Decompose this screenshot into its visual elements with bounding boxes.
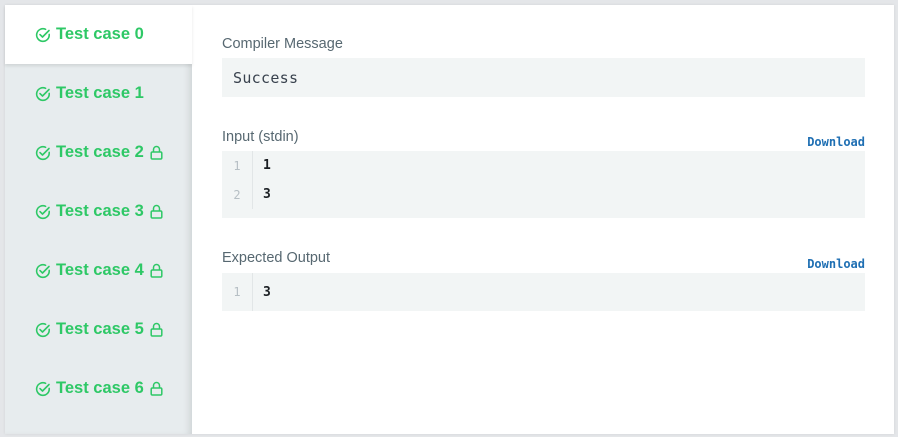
tab-test-case-2[interactable]: Test case 2: [5, 123, 192, 182]
code-line: 1 1: [222, 151, 865, 180]
expected-output-code-block: 1 3: [222, 273, 865, 311]
tab-label: Test case 1: [56, 84, 144, 102]
tab-test-case-3[interactable]: Test case 3: [5, 182, 192, 241]
tab-test-case-4[interactable]: Test case 4: [5, 241, 192, 300]
tab-test-case-0[interactable]: Test case 0: [5, 5, 192, 64]
line-text: 3: [263, 187, 271, 202]
input-download-link[interactable]: Download: [807, 135, 865, 149]
tab-test-case-5[interactable]: Test case 5: [5, 300, 192, 359]
lock-icon: [150, 322, 163, 337]
input-label: Input (stdin): [222, 129, 299, 145]
tab-label: Test case 6: [56, 379, 144, 397]
tab-test-case-6[interactable]: Test case 6: [5, 359, 192, 418]
check-circle-icon: [35, 263, 51, 278]
check-circle-icon: [35, 27, 51, 42]
line-number: 1: [222, 151, 253, 180]
line-number: 2: [222, 180, 253, 209]
line-text: 3: [263, 284, 271, 300]
test-results-panel: Test case 0 Test case 1 Test case 2 Test…: [5, 5, 894, 434]
tab-label: Test case 4: [56, 261, 144, 279]
check-circle-icon: [35, 145, 51, 160]
compiler-message-label: Compiler Message: [222, 36, 343, 52]
tab-test-case-1[interactable]: Test case 1: [5, 64, 192, 123]
lock-icon: [150, 263, 163, 278]
code-line: 1 3: [222, 273, 865, 311]
check-circle-icon: [35, 204, 51, 219]
code-line: 2 3: [222, 180, 865, 209]
compiler-message-output: Success: [222, 58, 865, 97]
input-code-block: 1 1 2 3: [222, 151, 865, 218]
lock-icon: [150, 204, 163, 219]
check-circle-icon: [35, 322, 51, 337]
check-circle-icon: [35, 86, 51, 101]
expected-output-label: Expected Output: [222, 250, 331, 266]
tab-label: Test case 3: [56, 202, 144, 220]
tab-label: Test case 2: [56, 143, 144, 161]
line-number: 1: [222, 273, 253, 311]
tab-label: Test case 0: [56, 25, 144, 43]
test-case-sidebar: Test case 0 Test case 1 Test case 2 Test…: [5, 5, 192, 434]
lock-icon: [150, 381, 163, 396]
lock-icon: [150, 145, 163, 160]
tab-label: Test case 5: [56, 320, 144, 338]
check-circle-icon: [35, 381, 51, 396]
line-text: 1: [263, 158, 271, 173]
expected-download-link[interactable]: Download: [807, 257, 865, 271]
